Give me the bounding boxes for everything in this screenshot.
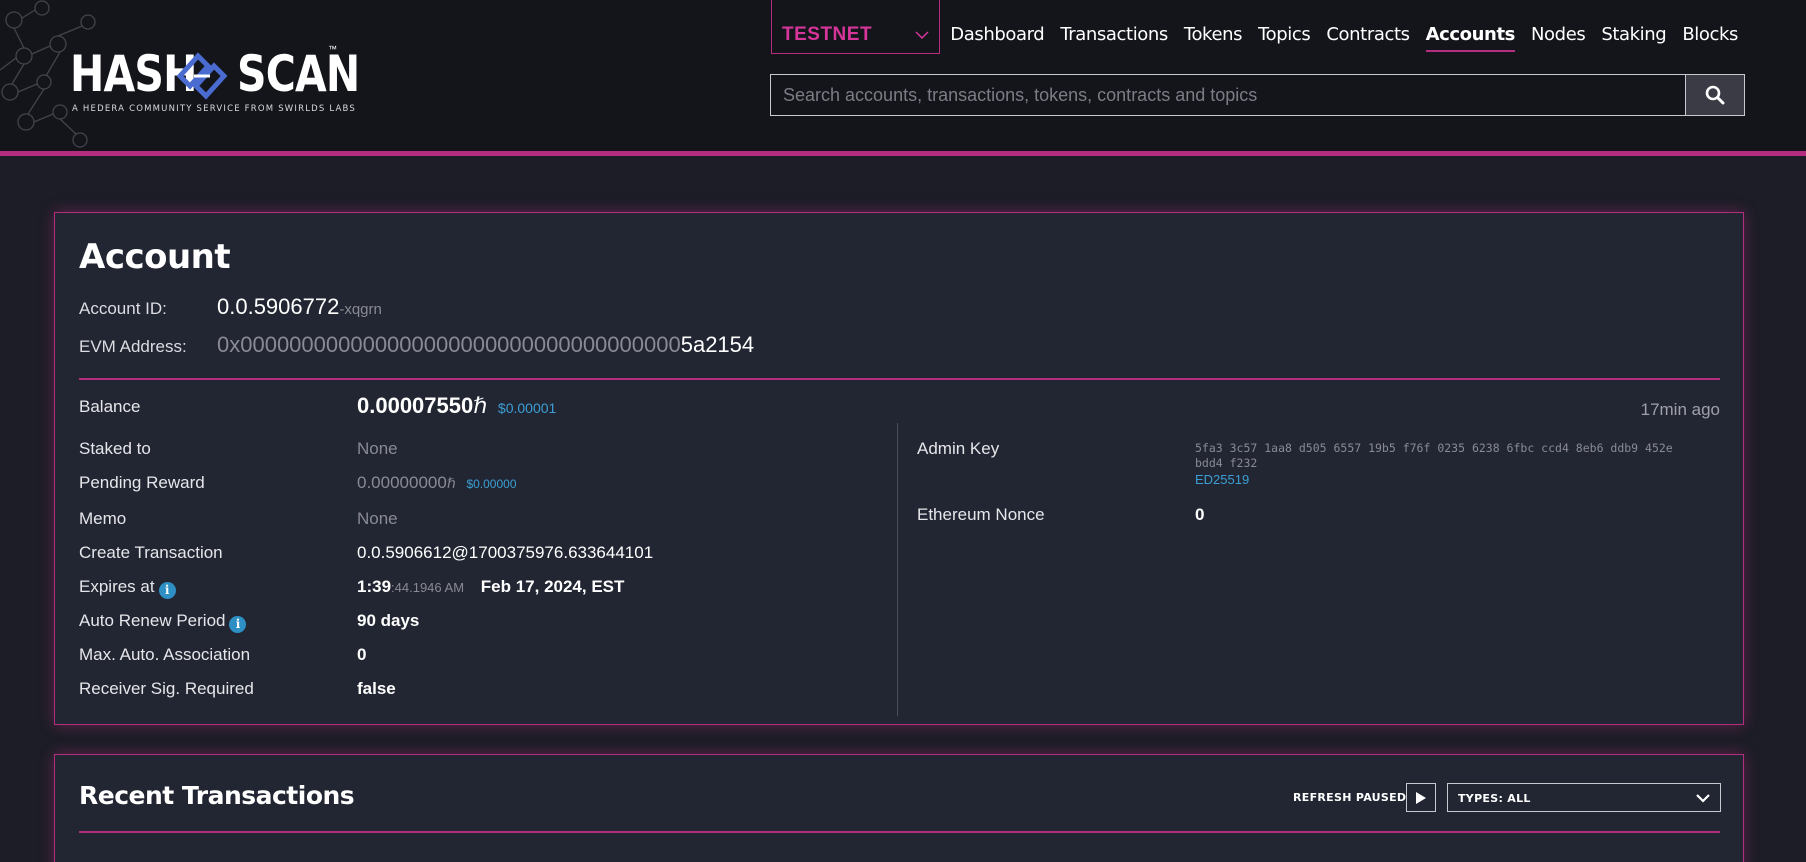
- play-button[interactable]: [1406, 783, 1436, 812]
- hbar-symbol: ℏ: [473, 393, 488, 418]
- admin-key-line-1: 5fa3 3c57 1aa8 d505 6557 19b5 f76f 0235 …: [1195, 441, 1673, 455]
- logo-word-scan: SCAN: [237, 45, 360, 103]
- account-id-checksum: -xqgrn: [339, 301, 382, 318]
- create-transaction-link[interactable]: 0.0.5906612@1700375976.633644101: [357, 543, 653, 563]
- max-auto-association-value: 0: [357, 645, 367, 664]
- ethereum-nonce-row: Ethereum Nonce 0: [917, 505, 1204, 525]
- auto-renew-label: Auto Renew Period: [79, 611, 226, 630]
- memo-row: Memo None: [79, 509, 398, 531]
- admin-key-line-2: bdd4 f232: [1195, 456, 1258, 470]
- logo-tagline: A HEDERA COMMUNITY SERVICE FROM SWIRLDS …: [72, 104, 357, 114]
- max-auto-association-row: Max. Auto. Association 0: [79, 645, 366, 667]
- info-icon[interactable]: i: [158, 582, 176, 599]
- ethereum-nonce-label: Ethereum Nonce: [917, 505, 1045, 524]
- search-button[interactable]: [1685, 75, 1744, 115]
- account-title: Account: [79, 237, 231, 277]
- top-header: HASH SCAN ™ A HEDERA COMMUNITY SERVICE F…: [0, 0, 1806, 156]
- chevron-down-icon: [1696, 794, 1710, 803]
- receiver-sig-value: false: [357, 679, 396, 698]
- pending-reward-value: 0.00000000: [357, 473, 447, 492]
- balance-usd: $0.00001: [497, 400, 557, 416]
- receiver-sig-label: Receiver Sig. Required: [79, 679, 254, 698]
- pending-reward-label: Pending Reward: [79, 473, 205, 492]
- network-selector[interactable]: TESTNET: [771, 0, 940, 54]
- create-transaction-row: Create Transaction 0.0.5906612@170037597…: [79, 543, 653, 565]
- nav-nodes[interactable]: Nodes: [1523, 24, 1593, 52]
- expires-time-detail: :44.1946 AM: [391, 580, 465, 595]
- pending-hbar-symbol: ℏ: [446, 475, 456, 491]
- nav-tokens[interactable]: Tokens: [1176, 24, 1250, 52]
- account-id-row: Account ID: 0.0.5906772-xqgrn: [79, 294, 382, 319]
- balance-label: Balance: [79, 397, 141, 416]
- max-auto-association-label: Max. Auto. Association: [79, 645, 251, 664]
- expires-time: 1:39: [357, 577, 392, 596]
- memo-value: None: [357, 509, 398, 528]
- receiver-sig-row: Receiver Sig. Required false: [79, 679, 396, 701]
- admin-key-type: ED25519: [1195, 472, 1250, 487]
- create-transaction-label: Create Transaction: [79, 543, 223, 562]
- logo-mark-icon: [176, 52, 228, 100]
- nav-transactions[interactable]: Transactions: [1052, 24, 1176, 52]
- types-filter-select[interactable]: TYPES: ALL: [1447, 783, 1721, 812]
- account-card: Account Account ID: 0.0.5906772-xqgrn EV…: [54, 212, 1744, 725]
- search-bar: [770, 74, 1745, 116]
- recent-transactions-card: Recent Transactions REFRESH PAUSED TYPES…: [54, 754, 1744, 862]
- pending-reward-usd: $0.00000: [466, 477, 517, 491]
- admin-key-label: Admin Key: [917, 439, 1000, 458]
- evm-address-row: EVM Address: 0x0000000000000000000000000…: [79, 332, 754, 357]
- nav-topics[interactable]: Topics: [1250, 24, 1318, 52]
- network-label: TESTNET: [782, 24, 873, 45]
- nav-blocks[interactable]: Blocks: [1674, 24, 1746, 52]
- play-icon: [1416, 791, 1426, 804]
- nav-dashboard[interactable]: Dashboard: [942, 24, 1052, 52]
- nav-contracts[interactable]: Contracts: [1318, 24, 1417, 52]
- account-id-label: Account ID:: [79, 299, 167, 318]
- info-icon[interactable]: i: [229, 616, 247, 633]
- ethereum-nonce-value: 0: [1195, 505, 1205, 524]
- balance-row: Balance 0.00007550ℏ $0.00001: [79, 393, 556, 419]
- staked-label: Staked to: [79, 439, 151, 458]
- hashscan-logo[interactable]: HASH SCAN ™ A HEDERA COMMUNITY SERVICE F…: [70, 42, 360, 132]
- admin-key-row: Admin Key 5fa3 3c57 1aa8 d505 6557 19b5 …: [917, 439, 1673, 487]
- evm-address-prefix: 0x000000000000000000000000000000000000: [217, 332, 681, 357]
- main-nav: Dashboard Transactions Tokens Topics Con…: [942, 24, 1746, 52]
- expires-row: Expires at i 1:39:44.1946 AM Feb 17, 2024…: [79, 577, 624, 599]
- evm-address-suffix: 5a2154: [680, 332, 755, 357]
- auto-renew-value: 90 days: [357, 611, 420, 630]
- column-divider: [897, 423, 898, 716]
- staked-value: None: [357, 439, 398, 458]
- account-divider: [79, 378, 1720, 380]
- search-icon: [1705, 85, 1725, 105]
- account-id-value: 0.0.5906772: [217, 294, 340, 319]
- nav-staking[interactable]: Staking: [1593, 24, 1674, 52]
- recent-transactions-title: Recent Transactions: [79, 781, 355, 810]
- pending-reward-row: Pending Reward 0.00000000ℏ $0.00000: [79, 473, 517, 495]
- staked-row: Staked to None: [79, 439, 398, 461]
- nav-accounts[interactable]: Accounts: [1418, 24, 1523, 52]
- recent-divider: [79, 831, 1720, 833]
- search-input[interactable]: [771, 75, 1685, 115]
- logo-trademark: ™: [328, 44, 337, 54]
- expires-date: Feb 17, 2024, EST: [480, 577, 625, 596]
- balance-timestamp: 17min ago: [1640, 400, 1720, 419]
- types-filter-label: TYPES: ALL: [1458, 792, 1531, 805]
- memo-label: Memo: [79, 509, 127, 528]
- refresh-status: REFRESH PAUSED: [1293, 791, 1407, 804]
- auto-renew-row: Auto Renew Period i 90 days: [79, 611, 419, 633]
- chevron-down-icon: [915, 31, 929, 40]
- evm-address-label: EVM Address:: [79, 337, 187, 356]
- expires-label: Expires at: [79, 577, 155, 596]
- balance-value: 0.00007550: [357, 393, 474, 418]
